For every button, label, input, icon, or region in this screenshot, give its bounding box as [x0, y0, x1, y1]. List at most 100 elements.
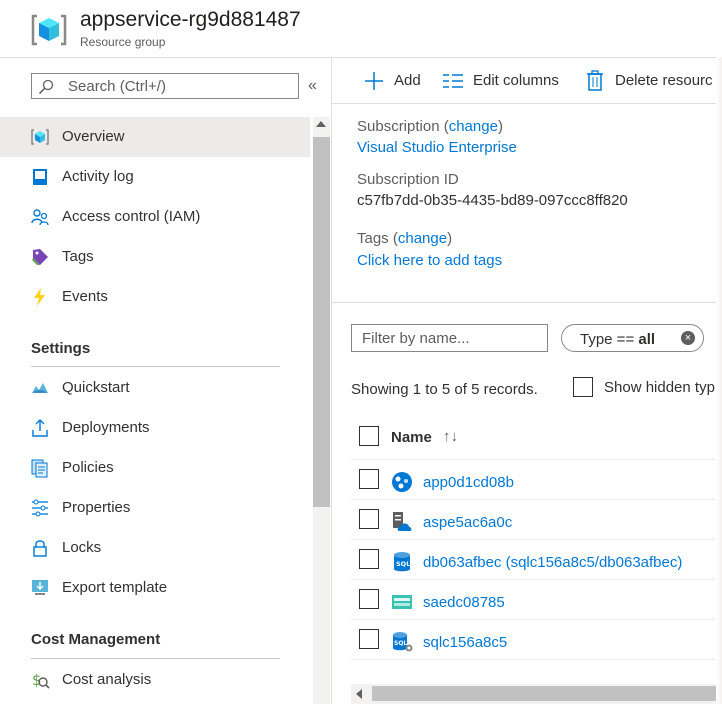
- page-subtitle: Resource group: [80, 35, 166, 49]
- resource-group-cube-icon: [31, 12, 67, 48]
- resource-link[interactable]: sqlc156a8c5: [423, 634, 507, 651]
- sidebar-item-label: Quickstart: [62, 379, 130, 396]
- export-template-icon: [30, 578, 50, 598]
- sidebar-item-cost-analysis[interactable]: $ Cost analysis: [0, 660, 310, 700]
- app-service-icon: [391, 471, 413, 493]
- subscription-value-link[interactable]: Visual Studio Enterprise: [357, 139, 517, 156]
- quickstart-icon: [30, 378, 50, 398]
- add-button[interactable]: Add: [394, 72, 421, 89]
- sidebar-item-label: Access control (IAM): [62, 208, 201, 225]
- sidebar-item-label: Tags: [62, 248, 94, 265]
- tag-icon: [30, 247, 50, 267]
- row-checkbox[interactable]: [359, 549, 379, 569]
- name-column-header[interactable]: Name: [391, 429, 432, 446]
- sidebar-item-overview[interactable]: Overview: [0, 117, 310, 157]
- sidebar-item-activity-log[interactable]: Activity log: [0, 157, 310, 197]
- sidebar-item-label: Overview: [62, 128, 125, 145]
- sql-server-icon: SQL: [391, 631, 413, 653]
- right-panel-edge: [716, 57, 722, 704]
- records-count: Showing 1 to 5 of 5 records.: [351, 381, 538, 398]
- settings-section-header: Settings: [31, 340, 91, 357]
- delete-icon: [586, 70, 604, 92]
- paren: ): [447, 230, 453, 247]
- show-hidden-types-checkbox[interactable]: [573, 377, 593, 397]
- resource-link[interactable]: db063afbec (sqlc156a8c5/db063afbec): [423, 554, 682, 571]
- subscription-id-value: c57fb7dd-0b35-4435-bd89-097ccc8ff820: [357, 192, 628, 209]
- overview-icon: [30, 127, 50, 147]
- resource-link[interactable]: aspe5ac6a0c: [423, 514, 512, 531]
- select-all-checkbox[interactable]: [359, 426, 379, 446]
- sidebar-item-export-template[interactable]: Export template: [0, 568, 310, 608]
- resource-link[interactable]: app0d1cd08b: [423, 474, 514, 491]
- section-divider: [31, 366, 280, 367]
- row-divider: [351, 579, 722, 580]
- type-filter-text: Type == all: [580, 331, 655, 348]
- events-icon: [30, 287, 50, 307]
- sidebar-item-properties[interactable]: Properties: [0, 488, 310, 528]
- resource-link[interactable]: saedc08785: [423, 594, 505, 611]
- sidebar-item-label: Deployments: [62, 419, 150, 436]
- activity-log-icon: [30, 167, 50, 187]
- essentials-divider: [332, 302, 722, 303]
- deployments-icon: [30, 418, 50, 438]
- subscription-label: Subscription (change): [357, 118, 503, 135]
- svg-text:SQL: SQL: [394, 640, 407, 647]
- sidebar-item-events[interactable]: Events: [0, 277, 310, 317]
- svg-text:SQL: SQL: [396, 560, 410, 568]
- list-scroll-thumb[interactable]: [372, 686, 722, 701]
- scroll-left-arrow-icon[interactable]: [356, 689, 362, 699]
- add-icon: [364, 71, 384, 91]
- type-filter-value: all: [638, 331, 656, 348]
- add-tags-link[interactable]: Click here to add tags: [357, 252, 502, 269]
- sidebar-item-label: Export template: [62, 579, 168, 596]
- row-divider: [351, 459, 722, 460]
- tags-label-text: Tags (: [357, 230, 398, 247]
- sort-arrows-icon[interactable]: ↑↓: [443, 428, 458, 445]
- sidebar-item-label: Policies: [62, 459, 114, 476]
- sidebar-scroll-thumb[interactable]: [313, 137, 330, 507]
- sidebar-item-tags[interactable]: Tags: [0, 237, 310, 277]
- row-checkbox[interactable]: [359, 469, 379, 489]
- scroll-up-arrow-icon[interactable]: [316, 121, 326, 127]
- sql-database-icon: SQL: [391, 551, 413, 573]
- row-checkbox[interactable]: [359, 509, 379, 529]
- tags-label: Tags (change): [357, 230, 452, 247]
- change-tags-link[interactable]: change: [398, 230, 447, 247]
- sidebar-item-locks[interactable]: Locks: [0, 528, 310, 568]
- row-checkbox[interactable]: [359, 589, 379, 609]
- policies-icon: [30, 458, 50, 478]
- sidebar-item-label: Cost analysis: [62, 671, 152, 688]
- filter-by-name-input[interactable]: Filter by name...: [362, 330, 470, 347]
- collapse-sidebar-button[interactable]: «: [308, 77, 317, 95]
- sidebar-item-access-control[interactable]: Access control (IAM): [0, 197, 310, 237]
- sidebar-item-deployments[interactable]: Deployments: [0, 408, 310, 448]
- sidebar-item-label: Activity log: [62, 168, 134, 185]
- sidebar-item-policies[interactable]: Policies: [0, 448, 310, 488]
- access-control-icon: [30, 207, 50, 227]
- lock-icon: [30, 538, 50, 558]
- subscription-label-text: Subscription (: [357, 118, 449, 135]
- row-checkbox[interactable]: [359, 629, 379, 649]
- cost-analysis-icon: $: [30, 670, 50, 690]
- storage-account-icon: [391, 591, 413, 613]
- row-divider: [351, 619, 722, 620]
- sidebar-item-label: Properties: [62, 499, 131, 516]
- edit-columns-button[interactable]: Edit columns: [473, 72, 559, 89]
- section-divider: [31, 658, 280, 659]
- clear-filter-icon[interactable]: ×: [681, 331, 695, 345]
- sidebar-item-label: Locks: [62, 539, 102, 556]
- show-hidden-types-label: Show hidden typ: [604, 379, 715, 396]
- subscription-id-label: Subscription ID: [357, 171, 459, 188]
- row-divider: [351, 499, 722, 500]
- delete-resources-button[interactable]: Delete resourc: [615, 72, 713, 89]
- cost-management-section-header: Cost Management: [31, 631, 161, 648]
- type-filter-prefix: Type ==: [580, 331, 639, 348]
- edit-columns-icon: [442, 72, 464, 90]
- search-icon: [38, 79, 54, 95]
- row-divider: [351, 659, 722, 660]
- change-subscription-link[interactable]: change: [449, 118, 498, 135]
- sidebar-item-quickstart[interactable]: Quickstart: [0, 368, 310, 408]
- properties-icon: [30, 498, 50, 518]
- row-divider: [351, 539, 722, 540]
- search-input[interactable]: Search (Ctrl+/): [68, 78, 166, 95]
